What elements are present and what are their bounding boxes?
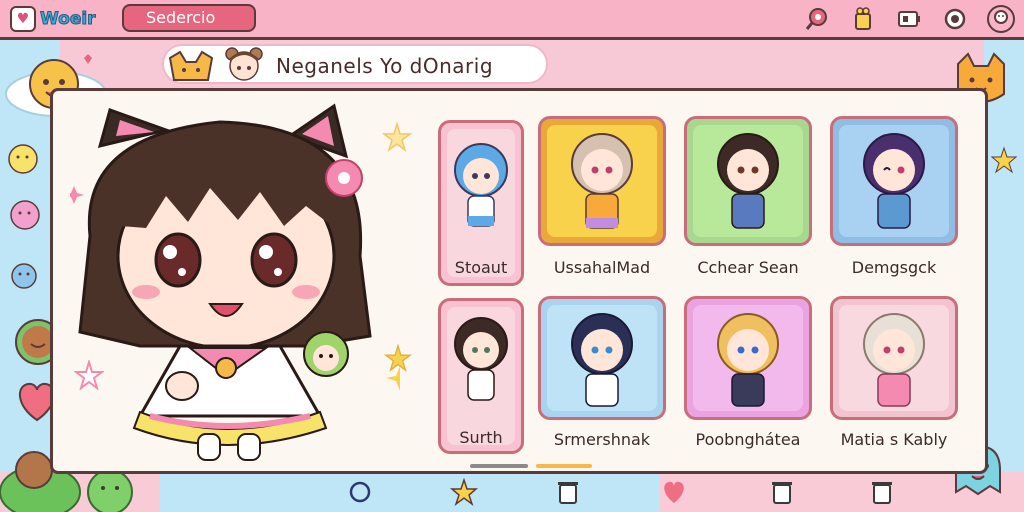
settings-icon[interactable]: [940, 4, 970, 34]
pin-icon[interactable]: [802, 4, 832, 34]
blue-bird-icon: [11, 263, 37, 289]
chibi-portrait: [717, 133, 779, 229]
featured-character[interactable]: [70, 96, 400, 468]
character-name: Matia s Kably: [840, 430, 948, 449]
fox-emblem-icon: [168, 50, 214, 81]
character-name: Surth: [459, 428, 503, 447]
chibi-portrait: [454, 317, 508, 401]
logo-text: Woeir: [40, 9, 97, 30]
character-name: Srmershnak: [553, 430, 651, 449]
pink-blob-icon: [10, 200, 40, 230]
top-icons: [802, 4, 1016, 34]
chibi-portrait: [863, 133, 925, 229]
sparkle-star-icon: [74, 360, 104, 390]
star-icon: [990, 146, 1018, 174]
character-name: Stoaut: [454, 258, 508, 277]
top-bar: ♥ Woeir Sedercio: [0, 0, 1024, 40]
trash-icon[interactable]: [554, 478, 582, 506]
chibi-portrait: [717, 313, 779, 407]
profile-icon[interactable]: [986, 4, 1016, 34]
chibi-portrait: [863, 313, 925, 407]
page-indicator[interactable]: [536, 464, 592, 468]
page-title: Neganels Yo dOnarig: [276, 54, 494, 78]
chibi-portrait: [571, 313, 633, 407]
battery-icon[interactable]: [894, 4, 924, 34]
heart-icon[interactable]: [660, 478, 688, 506]
app-logo[interactable]: ♥ Woeir: [10, 6, 96, 32]
star-icon[interactable]: [450, 478, 478, 506]
bottom-nav: [0, 478, 1024, 508]
logo-icon: ♥: [10, 6, 36, 32]
character-name: UssahalMad: [553, 258, 651, 277]
circle-icon[interactable]: [346, 478, 374, 506]
yellow-chick-icon: [8, 144, 38, 174]
chibi-portrait: [454, 143, 508, 227]
character-name: Cchear Sean: [697, 258, 799, 277]
character-name: Poobnghátea: [695, 430, 801, 449]
page-indicator[interactable]: [470, 464, 528, 468]
chibi-portrait: [571, 133, 633, 229]
bear-avatar-icon: [225, 47, 263, 81]
header-banner: Neganels Yo dOnarig: [162, 44, 548, 84]
trash-icon[interactable]: [768, 478, 796, 506]
sparkle-star-icon: [384, 344, 412, 372]
sparkle-star-icon: [382, 122, 412, 152]
search-button[interactable]: Sedercio: [122, 4, 256, 32]
cup-icon[interactable]: [848, 4, 878, 34]
character-name: Demgsgck: [851, 258, 937, 277]
trash-icon[interactable]: [868, 478, 896, 506]
